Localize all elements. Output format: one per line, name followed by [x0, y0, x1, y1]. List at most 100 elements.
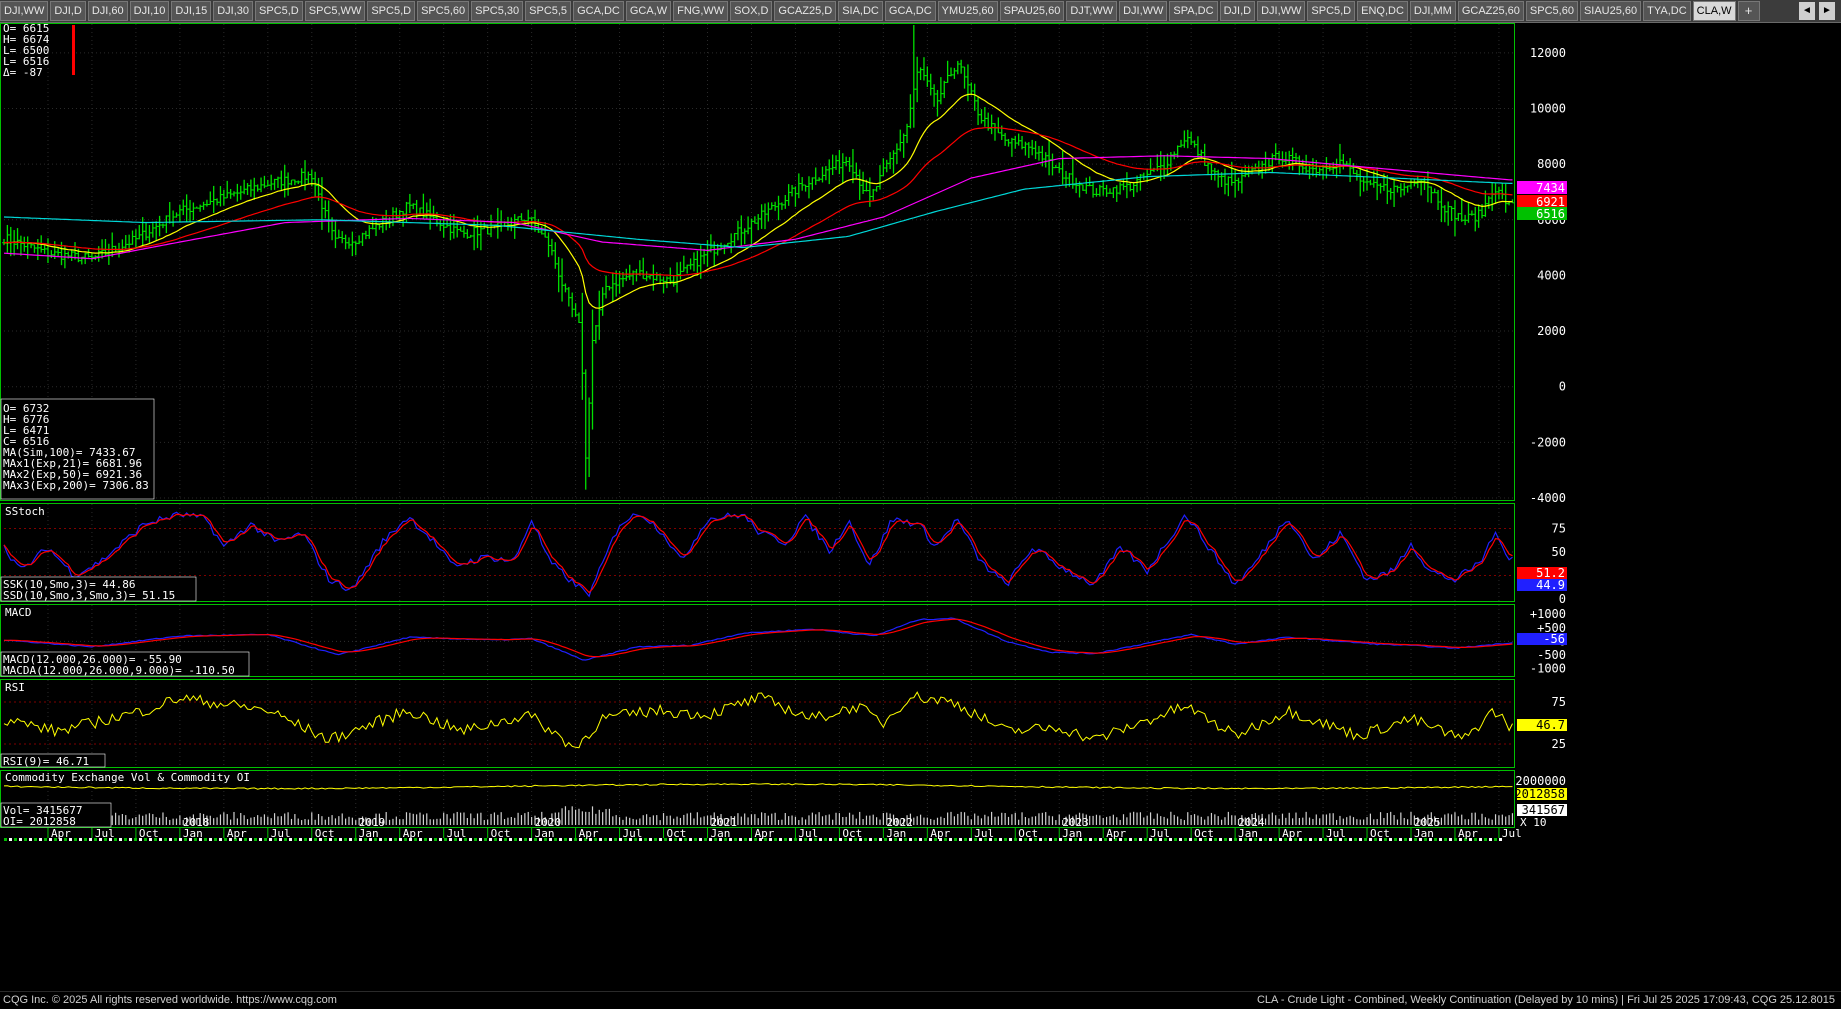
price-bar [1395, 185, 1400, 193]
tab-spc5-d[interactable]: SPC5,D [1307, 1, 1356, 21]
month-label: Oct [1018, 827, 1038, 840]
tab-dji-ww[interactable]: DJI,WW [0, 1, 49, 21]
tab-gcaz25-d[interactable]: GCAZ25,D [774, 1, 837, 21]
price-bar [1385, 174, 1390, 205]
time-axis-tick [574, 838, 577, 841]
price-tick-label: 8000 [1537, 157, 1566, 171]
tab-spc5-ww[interactable]: SPC5,WW [304, 1, 366, 21]
tab-cla-w[interactable]: CLA,W [1692, 1, 1736, 21]
time-axis-tick [1189, 838, 1192, 841]
vol-badge-value: 341567 [1522, 803, 1565, 817]
price-bar [881, 158, 886, 177]
price-bar [691, 252, 696, 272]
time-axis-tick [1039, 838, 1042, 841]
time-axis-tick [994, 838, 997, 841]
price-bar [590, 309, 595, 430]
time-axis-tick [569, 838, 572, 841]
price-bars [2, 25, 1515, 490]
time-axis-tick [204, 838, 207, 841]
price-bar [255, 184, 260, 192]
ma21-line [4, 93, 1513, 309]
price-bar [837, 149, 842, 175]
time-axis-tick [384, 838, 387, 841]
tab-dji-d[interactable]: DJI,D [1219, 1, 1256, 21]
price-bar [130, 230, 135, 245]
price-bar [678, 261, 683, 280]
chart-area[interactable]: 120001000080006000400020000-2000-4000743… [0, 23, 1841, 991]
time-axis-tick [779, 838, 782, 841]
time-axis-tick [1129, 838, 1132, 841]
time-axis-tick [1444, 838, 1447, 841]
tab-gcaz25-60[interactable]: GCAZ25,60 [1457, 1, 1524, 21]
price-bar [45, 238, 50, 263]
price-bar [1060, 150, 1065, 185]
price-bar [279, 170, 284, 191]
scroll-right-icon[interactable]: ► [1819, 2, 1835, 20]
price-bar [1496, 186, 1501, 200]
tab-enq-dc[interactable]: ENQ,DC [1357, 1, 1408, 21]
tab-dji-d[interactable]: DJI,D [50, 1, 86, 21]
scroll-left-icon[interactable]: ◄ [1799, 2, 1815, 20]
price-bar [955, 60, 960, 75]
time-axis-tick [1134, 838, 1137, 841]
volume-bars [3, 806, 1514, 825]
price-bar [505, 216, 510, 231]
time-axis-tick [1314, 838, 1317, 841]
price-bar [823, 166, 828, 181]
tab-spc5-5[interactable]: SPC5,5 [525, 1, 572, 21]
tab-gca-dc[interactable]: GCA,DC [573, 1, 624, 21]
tab-spc5-d[interactable]: SPC5,D [367, 1, 416, 21]
price-bar [935, 89, 940, 117]
tab-spau25-60[interactable]: SPAU25,60 [999, 1, 1065, 21]
price-bar [1209, 163, 1214, 181]
price-bar [333, 220, 338, 249]
tab-gca-dc[interactable]: GCA,DC [884, 1, 936, 21]
time-axis-tick [954, 838, 957, 841]
time-axis-tick [1479, 838, 1482, 841]
price-tick-label: -2000 [1530, 435, 1566, 449]
tab-dji-ww[interactable]: DJI,WW [1119, 1, 1168, 21]
tab-sia-dc[interactable]: SIA,DC [838, 1, 883, 21]
tab-spc5-30[interactable]: SPC5,30 [471, 1, 524, 21]
stoch-badge-value: 44.9 [1536, 578, 1565, 592]
price-bar [942, 80, 947, 99]
price-bar [729, 233, 734, 254]
tab-spc5-d[interactable]: SPC5,D [255, 1, 303, 21]
tab-dji-30[interactable]: DJI,30 [213, 1, 254, 21]
tab-spc5-60[interactable]: SPC5,60 [417, 1, 470, 21]
price-bar [1429, 186, 1434, 204]
tab-dji-mm[interactable]: DJI,MM [1409, 1, 1456, 21]
tab-fng-ww[interactable]: FNG,WW [673, 1, 729, 21]
price-bar [610, 272, 615, 303]
tab-sox-d[interactable]: SOX,D [730, 1, 773, 21]
tab-dji-15[interactable]: DJI,15 [171, 1, 212, 21]
tab-dji-60[interactable]: DJI,60 [87, 1, 128, 21]
price-bar [184, 194, 189, 222]
tab-dji-ww[interactable]: DJI,WW [1257, 1, 1306, 21]
tab-spc5-60[interactable]: SPC5,60 [1525, 1, 1578, 21]
time-axis-tick [1014, 838, 1017, 841]
tab-tya-dc[interactable]: TYA,DC [1643, 1, 1691, 21]
price-tick-label: 12000 [1530, 46, 1566, 60]
time-axis-tick [1269, 838, 1272, 841]
price-bar [1033, 141, 1038, 160]
price-bar [894, 143, 899, 165]
add-tab-button[interactable]: + [1737, 1, 1760, 21]
price-bar [1459, 197, 1464, 222]
time-axis-tick [344, 838, 347, 841]
year-label: 2020 [535, 816, 562, 829]
time-axis-tick [484, 838, 487, 841]
price-bar [644, 271, 649, 282]
tab-spa-dc[interactable]: SPA,DC [1169, 1, 1218, 21]
price-bar [766, 202, 771, 222]
price-bar [675, 262, 680, 293]
tab-ymu25-60[interactable]: YMU25,60 [937, 1, 998, 21]
tab-djt-ww[interactable]: DJT,WW [1066, 1, 1118, 21]
rsi-info-line: RSI(9)= 46.71 [3, 755, 89, 768]
price-bar [218, 186, 223, 207]
time-axis-tick [649, 838, 652, 841]
tab-siau25-60[interactable]: SIAU25,60 [1579, 1, 1642, 21]
tab-dji-10[interactable]: DJI,10 [129, 1, 170, 21]
tab-gca-w[interactable]: GCA,W [625, 1, 672, 21]
macd-info-line: MACDA(12.000,26.000,9.000)= -110.50 [3, 664, 235, 677]
